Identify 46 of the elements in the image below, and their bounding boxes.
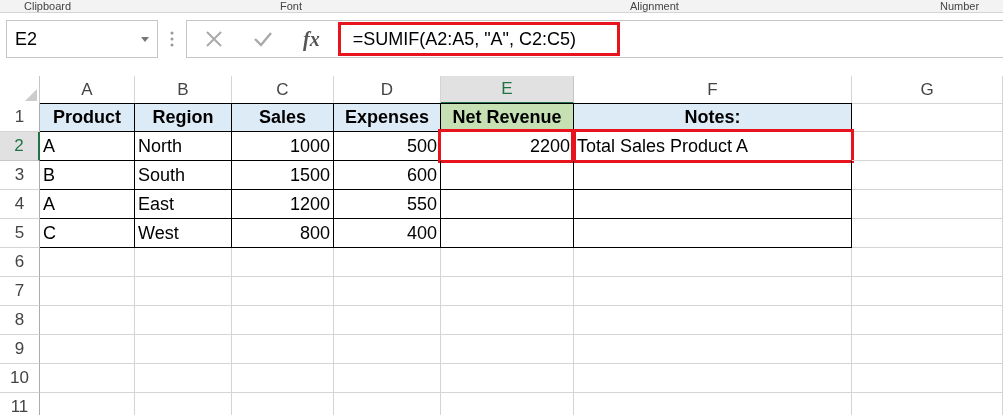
row-header[interactable]: 7 — [0, 277, 40, 306]
row-header[interactable]: 1 — [0, 103, 40, 132]
row-header[interactable]: 3 — [0, 161, 40, 190]
dropdown-icon — [141, 36, 149, 42]
row-header[interactable]: 9 — [0, 335, 40, 364]
table-cell: 550 — [334, 190, 441, 219]
ribbon-group-label: Number — [940, 0, 980, 12]
column-heading-cell: Region — [135, 103, 232, 132]
column-header[interactable]: G — [852, 76, 1003, 104]
table-cell: A — [40, 132, 135, 161]
enter-icon[interactable] — [253, 30, 273, 48]
table-cell: Total Sales Product A — [574, 132, 852, 161]
column-heading-cell: Sales — [232, 103, 334, 132]
column-heading-cell: Expenses — [334, 103, 441, 132]
ribbon-group-label: Alignment — [630, 0, 679, 12]
table-cell: C — [40, 219, 135, 248]
select-all-icon[interactable] — [25, 88, 37, 101]
row-header[interactable]: 4 — [0, 190, 40, 219]
ribbon-group-label: Font — [280, 0, 302, 12]
table-cell: A — [40, 190, 135, 219]
row-header[interactable]: 2 — [0, 132, 40, 161]
table-cell: B — [40, 161, 135, 190]
table-cell: 500 — [334, 132, 441, 161]
column-heading-cell: Product — [40, 103, 135, 132]
cancel-icon[interactable] — [205, 30, 223, 48]
table-cell: 600 — [334, 161, 441, 190]
table-cell: 800 — [232, 219, 334, 248]
table-cell: East — [135, 190, 232, 219]
table-cell: 1000 — [232, 132, 334, 161]
row-header[interactable]: 10 — [0, 364, 40, 393]
row-header[interactable]: 8 — [0, 306, 40, 335]
table-cell: 400 — [334, 219, 441, 248]
table-cell: 1500 — [232, 161, 334, 190]
column-header[interactable]: E — [441, 76, 574, 104]
ribbon-group-label: Clipboard — [24, 0, 72, 12]
name-box[interactable]: E2 — [6, 20, 158, 58]
table-cell: West — [135, 219, 232, 248]
table-cell: South — [135, 161, 232, 190]
insert-function-button[interactable]: fx — [303, 24, 320, 54]
row-header[interactable]: 6 — [0, 248, 40, 277]
row-header[interactable]: 5 — [0, 219, 40, 248]
formula-field[interactable]: =SUMIF(A2:A5, "A", C2:C5) — [337, 22, 620, 56]
table-cell: 2200 — [441, 132, 574, 161]
table-cell: North — [135, 132, 232, 161]
more-icon[interactable] — [170, 30, 174, 48]
table-cell: 1200 — [232, 190, 334, 219]
